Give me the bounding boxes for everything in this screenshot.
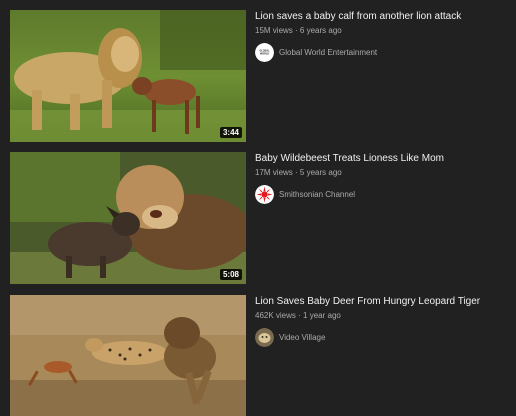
thumbnail-image <box>10 295 246 416</box>
channel-avatar[interactable] <box>255 185 274 204</box>
channel-link[interactable]: GLOBAL WORLD Global World Entertainment <box>255 43 510 62</box>
video-meta: Lion Saves Baby Deer From Hungry Leopard… <box>255 295 510 347</box>
video-duration-badge: 3:44 <box>219 127 242 138</box>
video-stats: 462K views · 1 year ago <box>255 310 510 321</box>
channel-avatar[interactable] <box>255 328 274 347</box>
video-title[interactable]: Lion saves a baby calf from another lion… <box>255 10 510 23</box>
video-meta: Lion saves a baby calf from another lion… <box>255 10 510 62</box>
video-result-item: 3:44 Lion saves a baby calf from another… <box>10 10 510 144</box>
video-results-list: 3:44 Lion saves a baby calf from another… <box>0 0 516 416</box>
svg-text:WORLD: WORLD <box>260 53 269 56</box>
channel-name[interactable]: Smithsonian Channel <box>279 189 355 200</box>
channel-link[interactable]: Video Village <box>255 328 510 347</box>
channel-name[interactable]: Video Village <box>279 332 325 343</box>
video-thumbnail[interactable] <box>10 295 246 416</box>
channel-link[interactable]: Smithsonian Channel <box>255 185 510 204</box>
video-stats: 17M views · 5 years ago <box>255 167 510 178</box>
video-result-item: Lion Saves Baby Deer From Hungry Leopard… <box>10 295 510 416</box>
upload-age: 5 years ago <box>299 168 342 177</box>
video-meta: Baby Wildebeest Treats Lioness Like Mom … <box>255 152 510 204</box>
video-thumbnail[interactable]: 5:08 <box>10 152 246 284</box>
upload-age: 1 year ago <box>303 311 341 320</box>
smithsonian-sunburst-icon <box>255 185 274 204</box>
video-duration-badge: 5:08 <box>219 269 242 280</box>
stats-separator: · <box>292 26 300 35</box>
video-stats: 15M views · 6 years ago <box>255 25 510 36</box>
view-count: 15M views <box>255 26 293 35</box>
thumbnail-image <box>10 152 246 284</box>
video-village-avatar-icon <box>255 328 274 347</box>
video-result-item: 5:08 Baby Wildebeest Treats Lioness Like… <box>10 152 510 286</box>
video-title[interactable]: Baby Wildebeest Treats Lioness Like Mom <box>255 152 510 165</box>
stats-separator: · <box>292 168 300 177</box>
global-world-logo-icon: GLOBAL WORLD <box>255 43 274 62</box>
upload-age: 6 years ago <box>299 26 342 35</box>
view-count: 17M views <box>255 168 293 177</box>
channel-avatar[interactable]: GLOBAL WORLD <box>255 43 274 62</box>
video-title[interactable]: Lion Saves Baby Deer From Hungry Leopard… <box>255 295 510 308</box>
channel-name[interactable]: Global World Entertainment <box>279 47 377 58</box>
stats-separator: · <box>295 311 304 320</box>
video-thumbnail[interactable]: 3:44 <box>10 10 246 142</box>
thumbnail-image <box>10 10 246 142</box>
view-count: 462K views <box>255 311 296 320</box>
